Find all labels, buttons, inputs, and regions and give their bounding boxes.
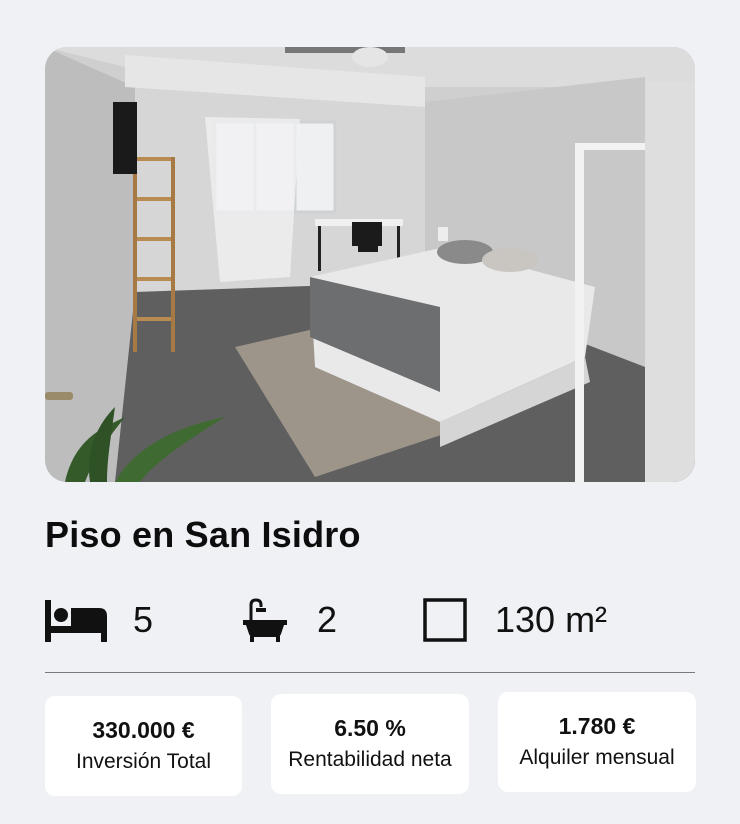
stat-amount: 330.000 €: [92, 717, 195, 744]
property-photo[interactable]: [45, 47, 695, 482]
bathtub-icon: [243, 598, 287, 642]
property-title: Piso en San Isidro: [45, 514, 361, 555]
area-feature: 130 m²: [423, 590, 607, 650]
bed-icon: [45, 598, 107, 642]
stat-card-investment: 330.000 € Inversión Total: [45, 696, 242, 796]
bedroom-photo-illustration: [45, 47, 695, 482]
stat-amount: 6.50 %: [334, 715, 406, 742]
square-area-icon: [423, 598, 467, 642]
stat-label: Inversión Total: [75, 749, 212, 773]
section-divider: [45, 672, 695, 673]
bedrooms-feature: 5: [45, 590, 153, 650]
stat-amount: 1.780 €: [558, 713, 636, 740]
stat-label: Alquiler mensual: [519, 745, 675, 769]
bathrooms-feature: 2: [243, 590, 337, 650]
stat-card-rent: 1.780 € Alquiler mensual: [498, 692, 696, 792]
property-features: 5 2 130 m²: [0, 590, 740, 650]
stat-label: Rentabilidad neta: [288, 747, 452, 771]
stat-card-yield: 6.50 % Rentabilidad neta: [271, 694, 469, 794]
area-value: 130 m²: [495, 599, 608, 640]
bedrooms-count: 5: [133, 599, 154, 640]
bathrooms-count: 2: [317, 599, 338, 640]
